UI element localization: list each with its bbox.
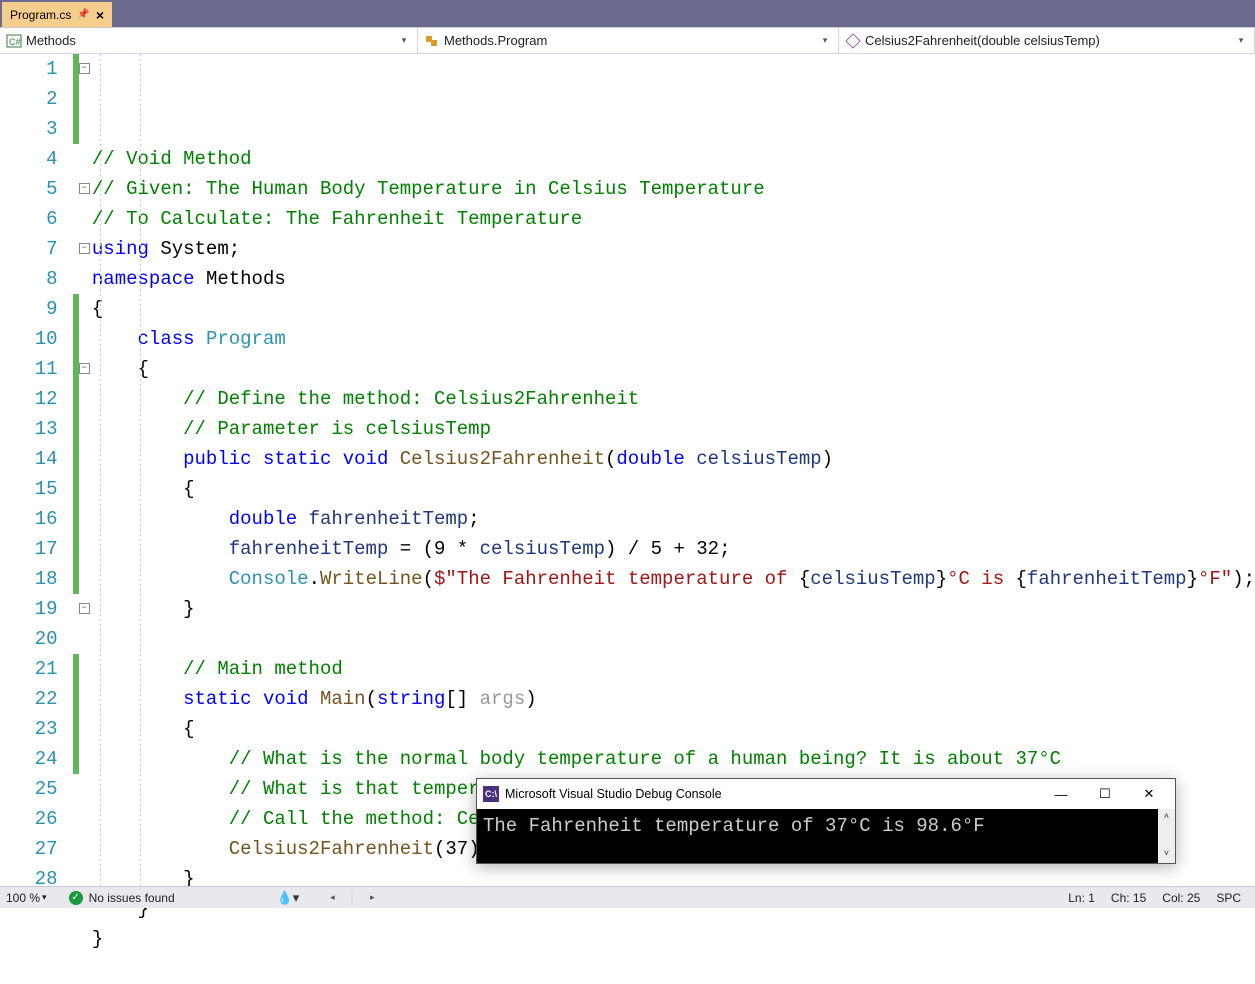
console-app-icon: C:\ xyxy=(483,786,499,802)
maximize-button[interactable]: ☐ xyxy=(1083,780,1127,808)
horizontal-scrollbar[interactable] xyxy=(351,891,353,905)
issues-ok-icon[interactable]: ✓ xyxy=(69,891,83,905)
code-line[interactable]: { xyxy=(92,354,1255,384)
fold-toggle[interactable]: − xyxy=(79,183,90,194)
navigation-bar: C# Methods ▾ Methods.Program ▾ Celsius2F… xyxy=(0,27,1255,54)
code-line[interactable]: fahrenheitTemp = (9 * celsiusTemp) / 5 +… xyxy=(92,534,1255,564)
code-line[interactable]: // Main method xyxy=(92,654,1255,684)
zoom-selector[interactable]: 100 % ▾ xyxy=(6,891,47,905)
code-editor[interactable]: 1234567891011121314151617181920212223242… xyxy=(0,54,1255,886)
preview-icon[interactable]: 💧▾ xyxy=(277,890,300,906)
code-line[interactable]: // What is the normal body temperature o… xyxy=(92,744,1255,774)
status-char[interactable]: Ch: 15 xyxy=(1111,891,1146,905)
close-button[interactable]: ✕ xyxy=(1127,780,1171,808)
pin-icon[interactable]: 📌 xyxy=(77,9,89,20)
code-line[interactable]: // Given: The Human Body Temperature in … xyxy=(92,174,1255,204)
nav-scope-class[interactable]: Methods.Program ▾ xyxy=(418,28,839,53)
minimize-button[interactable]: — xyxy=(1039,780,1083,808)
code-line[interactable]: public static void Celsius2Fahrenheit(do… xyxy=(92,444,1255,474)
outline-fold-column: − − − − − xyxy=(79,54,90,886)
scroll-right-icon[interactable]: ▸ xyxy=(365,892,379,903)
fold-toggle[interactable]: − xyxy=(79,603,90,614)
chevron-down-icon[interactable]: ▾ xyxy=(397,35,411,46)
scroll-left-icon[interactable]: ◂ xyxy=(325,892,339,903)
status-mode[interactable]: SPC xyxy=(1216,891,1241,905)
scroll-down-icon[interactable]: ˅ xyxy=(1158,846,1175,863)
code-line[interactable]: // To Calculate: The Fahrenheit Temperat… xyxy=(92,204,1255,234)
nav-scope-text: Methods.Program xyxy=(444,33,818,48)
svg-text:C#: C# xyxy=(9,37,21,47)
nav-scope-member[interactable]: Celsius2Fahrenheit(double celsiusTemp) ▾ xyxy=(839,28,1255,53)
code-line[interactable]: { xyxy=(92,714,1255,744)
file-tab-program-cs[interactable]: Program.cs 📌 × xyxy=(2,2,112,27)
class-icon xyxy=(424,33,440,49)
console-titlebar[interactable]: C:\ Microsoft Visual Studio Debug Consol… xyxy=(477,779,1175,809)
issues-text: No issues found xyxy=(89,891,175,905)
console-output: The Fahrenheit temperature of 37°C is 98… xyxy=(477,809,1175,863)
status-bar: 100 % ▾ ✓ No issues found 💧▾ ◂ ▸ Ln: 1 C… xyxy=(0,886,1255,908)
console-title-text: Microsoft Visual Studio Debug Console xyxy=(505,787,722,801)
code-line[interactable]: } xyxy=(92,594,1255,624)
chevron-down-icon[interactable]: ▾ xyxy=(818,35,832,46)
console-scrollbar[interactable]: ˄ ˅ xyxy=(1158,809,1175,863)
code-line[interactable]: double fahrenheitTemp; xyxy=(92,504,1255,534)
debug-console-window[interactable]: C:\ Microsoft Visual Studio Debug Consol… xyxy=(476,778,1176,864)
code-line[interactable]: { xyxy=(92,474,1255,504)
document-tab-bar: Program.cs 📌 × xyxy=(0,0,1255,27)
chevron-down-icon[interactable]: ▾ xyxy=(1234,35,1248,46)
fold-toggle[interactable]: − xyxy=(79,63,90,74)
method-icon xyxy=(845,33,861,49)
code-line[interactable]: } xyxy=(92,924,1255,954)
code-line[interactable]: // Define the method: Celsius2Fahrenheit xyxy=(92,384,1255,414)
code-line[interactable]: using System; xyxy=(92,234,1255,264)
scroll-up-icon[interactable]: ˄ xyxy=(1158,809,1175,826)
close-icon[interactable]: × xyxy=(96,7,104,23)
nav-scope-text: Methods xyxy=(26,33,397,48)
fold-toggle[interactable]: − xyxy=(79,363,90,374)
code-line[interactable]: { xyxy=(92,294,1255,324)
status-col[interactable]: Col: 25 xyxy=(1162,891,1200,905)
code-line[interactable] xyxy=(92,624,1255,654)
status-line[interactable]: Ln: 1 xyxy=(1068,891,1095,905)
code-line[interactable]: Console.WriteLine($"The Fahrenheit tempe… xyxy=(92,564,1255,594)
chevron-down-icon: ▾ xyxy=(42,892,47,903)
code-line[interactable] xyxy=(92,954,1255,984)
line-number-gutter: 1234567891011121314151617181920212223242… xyxy=(0,54,73,886)
code-area[interactable]: // Void Method// Given: The Human Body T… xyxy=(90,54,1255,886)
code-line[interactable]: namespace Methods xyxy=(92,264,1255,294)
csharp-file-icon: C# xyxy=(6,33,22,49)
code-line[interactable]: static void Main(string[] args) xyxy=(92,684,1255,714)
tab-filename: Program.cs xyxy=(10,8,71,22)
code-line[interactable]: class Program xyxy=(92,324,1255,354)
nav-scope-text: Celsius2Fahrenheit(double celsiusTemp) xyxy=(865,33,1234,48)
code-line[interactable]: // Void Method xyxy=(92,144,1255,174)
nav-scope-project[interactable]: C# Methods ▾ xyxy=(0,28,418,53)
fold-toggle[interactable]: − xyxy=(79,243,90,254)
code-line[interactable]: // Parameter is celsiusTemp xyxy=(92,414,1255,444)
